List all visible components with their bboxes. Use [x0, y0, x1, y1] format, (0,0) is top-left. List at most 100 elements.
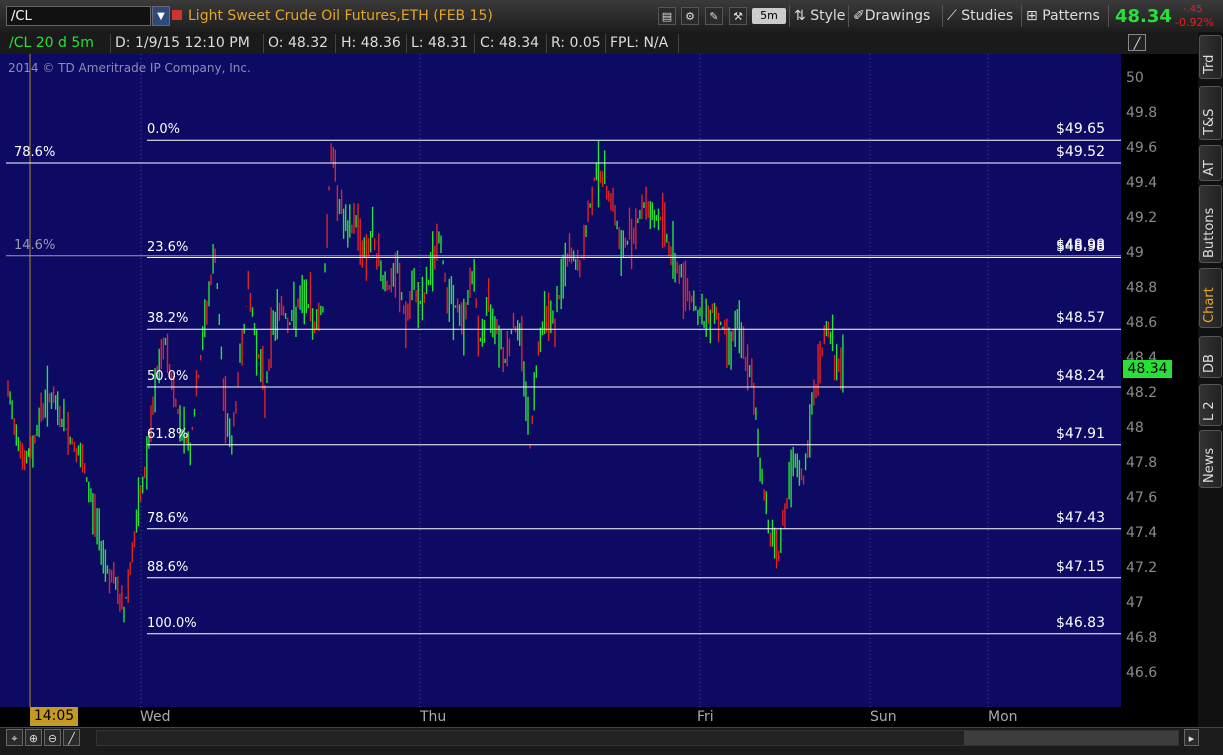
settings-icon[interactable]: ⚙ — [681, 7, 699, 25]
bar-date: D: 1/9/15 12:10 PM — [115, 35, 250, 51]
time-axis — [0, 707, 1198, 727]
patterns-label: Patterns — [1042, 8, 1100, 24]
chart-icon[interactable]: ▤ — [658, 7, 676, 25]
price-tick-label: 47.4 — [1126, 525, 1158, 541]
fib-percent-label: 38.2% — [147, 311, 189, 327]
price-tick-label: 47.6 — [1126, 490, 1158, 506]
line-draw-icon[interactable]: ╱ — [63, 729, 80, 746]
crosshair-icon[interactable]: ⌖ — [6, 729, 23, 746]
price-tick-label: 47 — [1126, 595, 1144, 611]
price-tick-label: 48.2 — [1126, 385, 1158, 401]
tab-buttons-label: Buttons — [1202, 207, 1217, 258]
cursor-time-badge: 14:05 — [30, 707, 78, 726]
patterns-icon: ⊞ — [1026, 8, 1043, 24]
tab-news[interactable]: News — [1199, 430, 1222, 488]
fib-extension-label: 14.6% — [14, 237, 56, 253]
bar-open: O: 48.32 — [268, 35, 329, 51]
aggregation-selector[interactable]: 5m — [752, 8, 786, 24]
fib-percent-label: 23.6% — [147, 239, 189, 255]
fib-price-label: $49.65 — [1056, 121, 1105, 138]
tab-at[interactable]: AT — [1199, 145, 1222, 181]
patterns-button[interactable]: ⊞ Patterns — [1026, 5, 1100, 27]
time-label-fri: Fri — [697, 709, 714, 725]
scroll-arrow-icon[interactable]: ▸ — [1184, 729, 1199, 746]
header-separator — [263, 34, 264, 53]
fib-extension-label: 78.6% — [14, 145, 56, 160]
drawings-button[interactable]: ✐Drawings — [853, 5, 930, 27]
studies-label: Studies — [961, 8, 1014, 24]
fpl-value: FPL: N/A — [610, 35, 669, 51]
net-change: -.45 — [1183, 4, 1203, 15]
header-separator — [678, 34, 679, 53]
header-separator — [605, 34, 606, 53]
toolbar-separator — [1021, 5, 1022, 27]
tab-l2[interactable]: L 2 — [1199, 384, 1222, 426]
tab-at-label: AT — [1202, 160, 1217, 176]
scrollbar-thumb[interactable] — [964, 731, 1178, 745]
fib-extension-price: $48.98 — [1056, 236, 1105, 253]
fib-price-label: $47.91 — [1056, 425, 1105, 442]
price-tick-label: 49 — [1126, 245, 1144, 261]
time-label-thu: Thu — [420, 709, 447, 725]
drawing-tool-icon[interactable]: ✎ — [705, 7, 723, 25]
fib-percent-label: 78.6% — [147, 510, 189, 526]
header-separator — [546, 34, 547, 53]
price-tick-label: 50 — [1126, 70, 1144, 86]
drawings-label: Drawings — [864, 8, 931, 24]
symbol-period: /CL 20 d 5m — [9, 35, 94, 51]
tab-news-label: News — [1202, 447, 1217, 483]
candles-icon: ⇅ — [794, 8, 811, 24]
tab-trd[interactable]: Trd — [1199, 35, 1222, 79]
toolbar-separator — [942, 5, 943, 27]
header-separator — [335, 34, 336, 53]
tab-l2-label: L 2 — [1202, 401, 1217, 421]
last-price: 48.34 — [1115, 6, 1172, 27]
fib-extension-price: $49.52 — [1056, 144, 1105, 160]
studies-icon: ⟋ — [947, 8, 962, 24]
price-tick-label: 48 — [1126, 420, 1144, 436]
tab-db-label: DB — [1202, 354, 1217, 373]
symbol-input[interactable]: /CL — [6, 6, 151, 26]
fib-price-label: $46.83 — [1056, 614, 1105, 631]
fib-percent-label: 0.0% — [147, 122, 181, 138]
zoom-out-icon[interactable]: ⊖ — [44, 729, 61, 746]
pencil-icon: ✐ — [853, 8, 865, 24]
time-label-sun: Sun — [870, 709, 897, 725]
fib-price-label: $48.24 — [1056, 368, 1105, 384]
fib-percent-label: 88.6% — [147, 559, 189, 575]
fib-percent-label: 50.0% — [147, 369, 189, 384]
studies-button[interactable]: ⟋ Studies — [947, 5, 1013, 27]
tab-buttons[interactable]: Buttons — [1199, 185, 1222, 263]
style-label: Style — [810, 8, 846, 24]
price-tick-label: 47.8 — [1126, 455, 1158, 471]
current-price-badge: 48.34 — [1123, 360, 1172, 378]
tab-db[interactable]: DB — [1199, 336, 1222, 378]
price-tick-label: 46.8 — [1126, 630, 1158, 646]
fib-price-label: $47.15 — [1056, 558, 1105, 575]
copyright: 2014 © TD Ameritrade IP Company, Inc. — [8, 61, 251, 75]
fib-percent-label: 61.8% — [147, 426, 189, 442]
time-label-wed: Wed — [140, 709, 171, 725]
bar-close: C: 48.34 — [480, 35, 540, 51]
price-tick-label: 46.6 — [1126, 665, 1158, 681]
line-tool-icon[interactable]: ╱ — [1128, 34, 1146, 51]
price-tick-label: 48.8 — [1126, 280, 1158, 296]
tab-ts[interactable]: T&S — [1199, 86, 1222, 140]
tab-chart-label: Chart — [1202, 287, 1217, 323]
bar-low: L: 48.31 — [411, 35, 469, 51]
flag-icon[interactable] — [172, 10, 182, 20]
wrench-icon[interactable]: ⚒ — [729, 7, 747, 25]
toolbar-separator — [848, 5, 849, 27]
header-separator — [474, 34, 475, 53]
fib-percent-label: 100.0% — [147, 615, 197, 631]
fib-price-label: $47.43 — [1056, 509, 1105, 526]
style-button[interactable]: ⇅ Style — [794, 5, 845, 27]
tab-chart[interactable]: Chart — [1199, 268, 1222, 328]
time-label-mon: Mon — [988, 709, 1018, 725]
instrument-title: Light Sweet Crude Oil Futures,ETH (FEB 1… — [188, 8, 493, 24]
percent-change: -0.92% — [1175, 16, 1214, 29]
bar-range: R: 0.05 — [551, 35, 601, 51]
symbol-dropdown-icon[interactable]: ▼ — [152, 6, 170, 26]
zoom-icon[interactable]: ⊕ — [25, 729, 42, 746]
toolbar-separator — [1108, 5, 1109, 27]
